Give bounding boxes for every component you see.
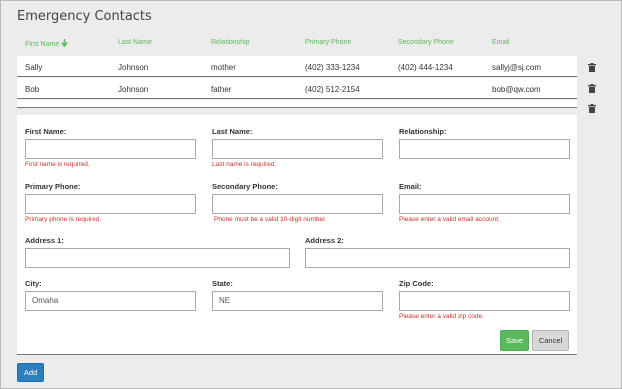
- address1-label: Address 1:: [25, 236, 64, 245]
- cell-last-name: Johnson: [118, 85, 149, 94]
- column-header-relationship[interactable]: Relationship: [211, 39, 250, 46]
- state-label: State:: [212, 279, 233, 288]
- trash-icon[interactable]: [588, 104, 596, 113]
- cell-relationship: mother: [211, 63, 236, 72]
- first-name-label: First Name:: [25, 127, 67, 136]
- primary-phone-field[interactable]: [25, 194, 196, 214]
- last-name-field[interactable]: [212, 139, 383, 159]
- email-field[interactable]: [399, 194, 570, 214]
- cell-first-name: Sally: [25, 63, 43, 72]
- page-title: Emergency Contacts: [17, 9, 152, 24]
- city-field[interactable]: Omaha: [25, 291, 196, 311]
- column-header-secondary-phone[interactable]: Secondary Phone: [398, 39, 454, 46]
- cancel-button[interactable]: Cancel: [532, 330, 569, 351]
- zip-code-field[interactable]: [399, 291, 570, 311]
- trash-icon[interactable]: [588, 63, 596, 72]
- email-error: Please enter a valid email account.: [399, 216, 500, 223]
- contact-edit-form: First Name: First name is required. Last…: [17, 115, 577, 355]
- trash-icon[interactable]: [588, 84, 596, 93]
- secondary-phone-error: Phone must be a valid 10-digit number.: [214, 216, 327, 223]
- cell-email: sallyj@sj.com: [492, 63, 542, 72]
- primary-phone-error: Primary phone is required.: [25, 216, 102, 223]
- save-button[interactable]: Save: [500, 330, 529, 351]
- address2-label: Address 2:: [305, 236, 344, 245]
- table-row-new: [17, 100, 577, 108]
- secondary-phone-label: Secondary Phone:: [212, 182, 278, 191]
- column-header-last-name[interactable]: Last Name: [118, 39, 152, 46]
- relationship-label: Relationship:: [399, 127, 447, 136]
- column-header-first-name[interactable]: First Name: [25, 39, 69, 48]
- cell-relationship: father: [211, 85, 232, 94]
- column-header-label: First Name: [25, 41, 60, 48]
- zip-code-error: Please enter a valid zip code.: [399, 313, 484, 320]
- column-header-email[interactable]: Email: [492, 39, 510, 46]
- address1-field[interactable]: [25, 248, 290, 268]
- state-field[interactable]: NE: [212, 291, 383, 311]
- primary-phone-label: Primary Phone:: [25, 182, 81, 191]
- email-label: Email:: [399, 182, 422, 191]
- cell-last-name: Johnson: [118, 63, 149, 72]
- secondary-phone-field[interactable]: [212, 194, 383, 214]
- cell-primary-phone: (402) 512-2154: [305, 85, 360, 94]
- emergency-contacts-panel: Emergency Contacts First Name Last Name …: [0, 0, 622, 389]
- first-name-error: First name is required.: [25, 161, 90, 168]
- table-row[interactable]: Sally Johnson mother (402) 333-1234 (402…: [17, 56, 577, 77]
- add-contact-button[interactable]: Add: [17, 363, 44, 382]
- column-header-primary-phone[interactable]: Primary Phone: [305, 39, 351, 46]
- first-name-field[interactable]: [25, 139, 196, 159]
- cell-first-name: Bob: [25, 85, 40, 94]
- sort-arrow-down-icon: [61, 39, 69, 47]
- zip-code-label: Zip Code:: [399, 279, 434, 288]
- cell-email: bob@qw.com: [492, 85, 541, 94]
- cell-secondary-phone: (402) 444-1234: [398, 63, 453, 72]
- table-row[interactable]: Bob Johnson father (402) 512-2154 bob@qw…: [17, 78, 577, 99]
- relationship-field[interactable]: [399, 139, 570, 159]
- city-label: City:: [25, 279, 42, 288]
- address2-field[interactable]: [305, 248, 570, 268]
- last-name-label: Last Name:: [212, 127, 253, 136]
- last-name-error: Last name is required.: [212, 161, 277, 168]
- cell-primary-phone: (402) 333-1234: [305, 63, 360, 72]
